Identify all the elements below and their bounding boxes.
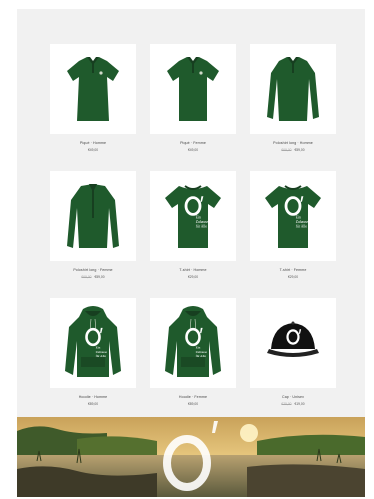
product-current-price: €59,00 — [294, 148, 305, 152]
product-image[interactable]: Ein Zuhause für Alle — [150, 171, 236, 261]
svg-text:für Alle: für Alle — [296, 225, 308, 229]
product-card[interactable]: Poloshirt long · Homme €69,00 €59,00 — [249, 44, 337, 152]
product-image[interactable]: Ein Zuhause für Alle — [150, 298, 236, 388]
product-current-price: €89,00 — [87, 402, 99, 406]
product-card[interactable]: Piqué · Homme €49,00 — [49, 44, 137, 152]
hoodie-women-icon: EinZuhausefür Alle — [165, 306, 221, 377]
product-current-price: €89,00 — [187, 402, 199, 406]
product-card[interactable]: Ein Zuhause für Alle Hoodie · Homme €89,00 — [49, 298, 137, 406]
landscape-image — [17, 417, 365, 497]
product-image[interactable] — [50, 44, 136, 134]
product-price: €49,00 — [88, 148, 98, 152]
product-image[interactable] — [50, 171, 136, 261]
product-image[interactable] — [250, 298, 336, 388]
product-old-price: €69,00 — [81, 275, 92, 279]
product-name[interactable]: Hoodie · Femme — [179, 395, 207, 399]
product-price: €29,00 — [288, 275, 298, 279]
product-current-price: €59,00 — [94, 275, 105, 279]
product-price: €25,00 €19,00 — [281, 402, 304, 406]
hoodie-men-icon: EinZuhausefür Alle — [65, 306, 121, 377]
tshirt-men-icon: EinZuhausefür Alle — [165, 185, 221, 248]
svg-text:für Alle: für Alle — [196, 354, 207, 358]
product-name[interactable]: Poloshirt long · Femme — [73, 268, 112, 272]
tshirt-women-icon: EinZuhausefür Alle — [265, 185, 321, 248]
product-name[interactable]: Piqué · Homme — [80, 141, 106, 145]
product-card[interactable]: Ein Zuhause für Alle T-shirt · Homme €29,0… — [149, 171, 237, 279]
product-card[interactable]: Cap · Unisex €25,00 €19,00 — [249, 298, 337, 406]
product-name[interactable]: Cap · Unisex — [282, 395, 304, 399]
product-current-price: €49,00 — [87, 148, 99, 152]
product-current-price: €29,00 — [187, 275, 199, 279]
product-image[interactable] — [250, 44, 336, 134]
product-old-price: €25,00 — [281, 402, 292, 406]
product-price: €69,00 €59,00 — [81, 275, 104, 279]
product-price: €69,00 €59,00 — [281, 148, 304, 152]
product-card[interactable]: Poloshirt long · Femme €69,00 €59,00 — [49, 171, 137, 279]
product-card[interactable]: Piqué · Femme €49,00 — [149, 44, 237, 152]
product-price: €89,00 — [88, 402, 98, 406]
svg-text:Ein: Ein — [196, 216, 201, 220]
product-grid: Piqué · Homme €49,00 Piqué · Femme €49,0… — [49, 44, 337, 406]
product-price: €89,00 — [188, 402, 198, 406]
product-name[interactable]: T-shirt · Femme — [280, 268, 307, 272]
product-current-price: €29,00 — [287, 275, 299, 279]
product-price: €49,00 — [188, 148, 198, 152]
product-old-price: €69,00 — [281, 148, 292, 152]
product-name[interactable]: T-shirt · Homme — [179, 268, 206, 272]
product-current-price: €19,00 — [294, 402, 305, 406]
longsleeve-women-icon — [67, 184, 119, 248]
product-name[interactable]: Piqué · Femme — [180, 141, 206, 145]
cap-icon — [267, 321, 319, 357]
svg-text:für Alle: für Alle — [96, 354, 107, 358]
product-price: €29,00 — [188, 275, 198, 279]
polo-women-icon — [167, 57, 219, 121]
polo-long-icon — [267, 57, 319, 121]
product-card[interactable]: Ein Zuhause für Alle Hoodie · Femme €89,00 — [149, 298, 237, 406]
product-current-price: €49,00 — [187, 148, 199, 152]
product-card[interactable]: Ein Zuhause für Alle T-shirt · Femme €29,0… — [249, 171, 337, 279]
product-image[interactable]: Ein Zuhause für Alle — [250, 171, 336, 261]
svg-text:Ein: Ein — [296, 216, 301, 220]
product-image[interactable]: Ein Zuhause für Alle — [50, 298, 136, 388]
product-name[interactable]: Poloshirt long · Homme — [273, 141, 313, 145]
svg-text:für Alle: für Alle — [196, 225, 208, 229]
product-image[interactable] — [150, 44, 236, 134]
svg-text:Zuhause: Zuhause — [296, 220, 309, 224]
hero-banner — [17, 417, 365, 497]
shop-page: Piqué · Homme €49,00 Piqué · Femme €49,0… — [17, 9, 365, 497]
polo-men-icon — [67, 57, 119, 121]
svg-text:Zuhause: Zuhause — [196, 220, 209, 224]
product-name[interactable]: Hoodie · Homme — [79, 395, 108, 399]
